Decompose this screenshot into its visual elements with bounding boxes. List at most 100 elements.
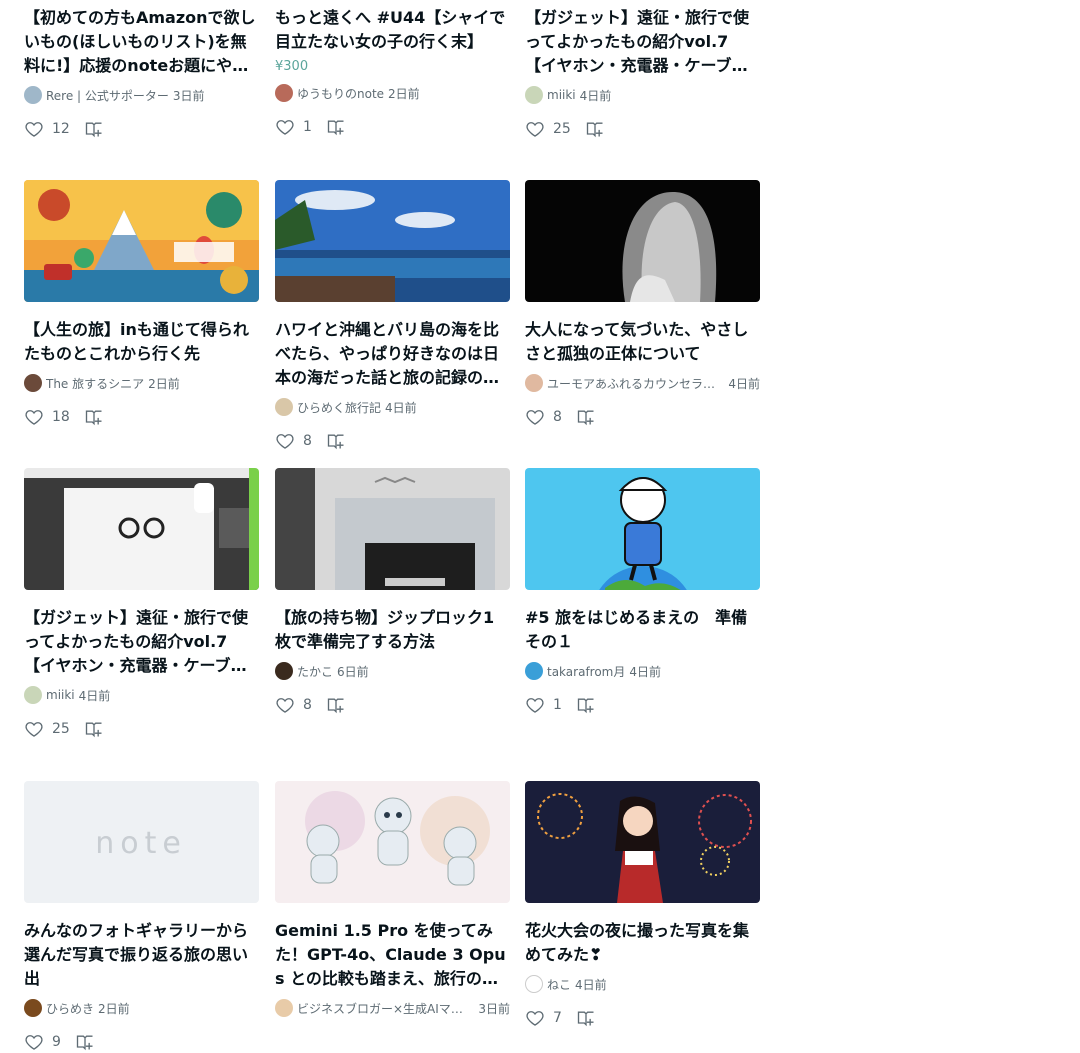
article-title[interactable]: もっと遠くへ #U44【シャイで目立たない女の子の行く末】	[275, 6, 510, 54]
author-name[interactable]: takarafrom月	[547, 663, 625, 680]
article-thumbnail[interactable]	[275, 468, 510, 590]
like-count: 18	[52, 409, 70, 425]
heart-icon[interactable]	[24, 407, 44, 427]
avatar[interactable]	[525, 86, 543, 104]
article-card[interactable]: 【人生の旅】inも通じて得られたものとこれから行く先 The 旅するシニア 2日…	[24, 180, 259, 428]
post-time: 4日前	[728, 376, 760, 391]
article-card[interactable]: 【ガジェット】遠征・旅行で使ってよかったもの紹介vol.7【イヤホン・充電器・ケ…	[525, 6, 760, 140]
article-thumbnail[interactable]	[525, 180, 760, 302]
article-actions: 7	[525, 1007, 760, 1029]
post-time: 4日前	[629, 664, 662, 679]
like-count: 25	[52, 721, 70, 737]
article-card[interactable]: 【旅の持ち物】ジップロック1枚で準備完了する方法 たかこ 6日前 8	[275, 468, 510, 716]
author-name[interactable]: ゆうもりのnote	[297, 85, 384, 102]
article-thumbnail[interactable]	[275, 781, 510, 903]
add-to-magazine-icon[interactable]	[84, 407, 104, 427]
article-title[interactable]: 【初めての方もAmazonで欲しいもの(ほしいものリスト)を無料に!】応援のno…	[24, 6, 259, 78]
avatar[interactable]	[525, 374, 543, 392]
heart-icon[interactable]	[275, 117, 295, 137]
avatar[interactable]	[24, 686, 42, 704]
post-time: 4日前	[575, 977, 607, 992]
like-count: 8	[303, 433, 312, 449]
note-logo: note	[95, 826, 187, 861]
price-label: ¥300	[275, 59, 309, 74]
article-title[interactable]: ハワイと沖縄とバリ島の海を比べたら、やっぱり好きなのは日本の海だった話と旅の記録…	[275, 318, 510, 390]
author-name[interactable]: ねこ	[547, 976, 571, 993]
article-meta: ねこ 4日前	[525, 975, 760, 993]
article-actions: 18	[24, 406, 259, 428]
article-title[interactable]: Gemini 1.5 Pro を使ってみた！GPT-4o、Claude 3 Op…	[275, 919, 510, 991]
article-card[interactable]: ハワイと沖縄とバリ島の海を比べたら、やっぱり好きなのは日本の海だった話と旅の記録…	[275, 180, 510, 452]
add-to-magazine-icon[interactable]	[84, 119, 104, 139]
add-to-magazine-icon[interactable]	[326, 431, 346, 451]
article-thumbnail[interactable]	[24, 468, 259, 590]
avatar[interactable]	[24, 999, 42, 1017]
article-card[interactable]: note みんなのフォトギャラリーから選んだ写真で振り返る旅の思い出 ひらめき …	[24, 781, 259, 1053]
author-name[interactable]: Rere | 公式サポーター	[46, 87, 169, 104]
add-to-magazine-icon[interactable]	[326, 117, 346, 137]
heart-icon[interactable]	[275, 695, 295, 715]
author-name[interactable]: ひらめき	[46, 1000, 94, 1017]
avatar[interactable]	[275, 999, 293, 1017]
article-thumbnail[interactable]	[24, 180, 259, 302]
article-title[interactable]: 花火大会の夜に撮った写真を集めてみた❣	[525, 919, 760, 967]
add-to-magazine-icon[interactable]	[576, 695, 596, 715]
article-card[interactable]: 花火大会の夜に撮った写真を集めてみた❣ ねこ 4日前 7	[525, 781, 760, 1029]
article-meta: ゆうもりのnote 2日前	[275, 84, 510, 102]
post-time: 2日前	[148, 376, 180, 391]
article-title[interactable]: みんなのフォトギャラリーから選んだ写真で振り返る旅の思い出	[24, 919, 259, 991]
article-title[interactable]: 【人生の旅】inも通じて得られたものとこれから行く先	[24, 318, 259, 366]
article-actions: 25	[525, 118, 760, 140]
heart-icon[interactable]	[525, 1008, 545, 1028]
heart-icon[interactable]	[24, 1032, 44, 1052]
heart-icon[interactable]	[24, 719, 44, 739]
article-card[interactable]: もっと遠くへ #U44【シャイで目立たない女の子の行く末】 ¥300 ゆうもりの…	[275, 6, 510, 138]
like-count: 9	[52, 1034, 61, 1050]
article-title[interactable]: 【ガジェット】遠征・旅行で使ってよかったもの紹介vol.7【イヤホン・充電器・ケ…	[525, 6, 760, 78]
article-actions: 1	[275, 116, 510, 138]
article-thumbnail[interactable]	[525, 468, 760, 590]
add-to-magazine-icon[interactable]	[75, 1032, 95, 1052]
avatar[interactable]	[275, 662, 293, 680]
add-to-magazine-icon[interactable]	[326, 695, 346, 715]
article-title[interactable]: 【旅の持ち物】ジップロック1枚で準備完了する方法	[275, 606, 510, 654]
add-to-magazine-icon[interactable]	[84, 719, 104, 739]
article-card[interactable]: 大人になって気づいた、やさしさと孤独の正体について ユーモアあふれるカウンセラー…	[525, 180, 760, 428]
article-actions: 25	[24, 718, 259, 740]
author-name[interactable]: ひらめく旅行記	[297, 399, 381, 416]
like-count: 1	[553, 697, 562, 713]
post-time: 6日前	[337, 664, 369, 679]
article-title[interactable]: 【ガジェット】遠征・旅行で使ってよかったもの紹介vol.7【イヤホン・充電器・ケ…	[24, 606, 259, 678]
avatar[interactable]	[525, 975, 543, 993]
article-title[interactable]: #5 旅をはじめるまえの 準備 その１	[525, 606, 760, 654]
add-to-magazine-icon[interactable]	[585, 119, 605, 139]
like-count: 8	[553, 409, 562, 425]
author-name[interactable]: たかこ	[297, 663, 333, 680]
article-card[interactable]: #5 旅をはじめるまえの 準備 その１ takarafrom月 4日前 1	[525, 468, 760, 716]
heart-icon[interactable]	[525, 119, 545, 139]
avatar[interactable]	[275, 398, 293, 416]
avatar[interactable]	[525, 662, 543, 680]
avatar[interactable]	[24, 374, 42, 392]
heart-icon[interactable]	[525, 407, 545, 427]
article-thumbnail[interactable]	[525, 781, 760, 903]
article-thumbnail[interactable]	[275, 180, 510, 302]
heart-icon[interactable]	[275, 431, 295, 451]
add-to-magazine-icon[interactable]	[576, 1008, 596, 1028]
heart-icon[interactable]	[525, 695, 545, 715]
article-meta: miiki 4日前	[24, 686, 259, 704]
article-card[interactable]: 【ガジェット】遠征・旅行で使ってよかったもの紹介vol.7【イヤホン・充電器・ケ…	[24, 468, 259, 740]
article-title[interactable]: 大人になって気づいた、やさしさと孤独の正体について	[525, 318, 760, 366]
article-thumbnail[interactable]: note	[24, 781, 259, 903]
avatar[interactable]	[24, 86, 42, 104]
heart-icon[interactable]	[24, 119, 44, 139]
author-name[interactable]: The 旅するシニア	[46, 375, 144, 392]
author-name[interactable]: miiki	[46, 688, 75, 702]
author-name[interactable]: miiki	[547, 88, 576, 102]
author-name[interactable]: ビジネスブロガー×生成AIマニア	[297, 1000, 474, 1017]
add-to-magazine-icon[interactable]	[576, 407, 596, 427]
article-card[interactable]: Gemini 1.5 Pro を使ってみた！GPT-4o、Claude 3 Op…	[275, 781, 510, 1017]
avatar[interactable]	[275, 84, 293, 102]
author-name[interactable]: ユーモアあふれるカウンセラーのひとりごとブログのような何か	[547, 375, 724, 392]
article-card[interactable]: 【初めての方もAmazonで欲しいもの(ほしいものリスト)を無料に!】応援のno…	[24, 6, 259, 140]
